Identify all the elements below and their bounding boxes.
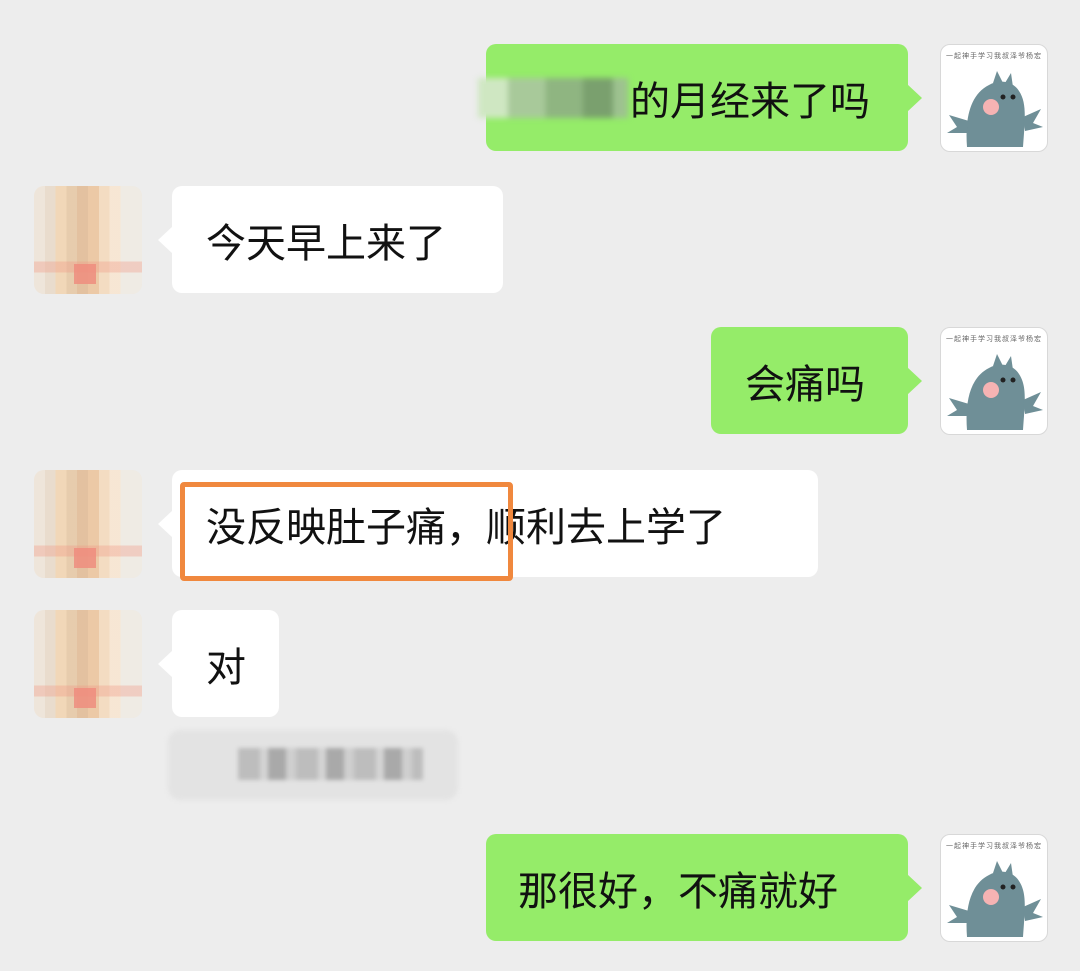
message-bubble-self[interactable]: 的月经来了吗	[478, 44, 922, 151]
self-avatar[interactable]: 一起神手学习我叔泽爷杨宏	[940, 327, 1048, 435]
avatar-caption: 一起神手学习我叔泽爷杨宏	[946, 335, 1042, 343]
message-bubble-other[interactable]: 今天早上来了	[158, 186, 503, 293]
highlight-annotation	[180, 482, 513, 581]
message-bubble-self[interactable]: 那很好，不痛就好	[486, 834, 922, 941]
redacted-content	[238, 748, 423, 780]
avatar-detail	[74, 688, 96, 708]
dinosaur-icon	[947, 861, 1043, 937]
redacted-message	[168, 730, 458, 800]
dinosaur-icon	[947, 354, 1043, 430]
avatar-caption: 一起神手学习我叔泽爷杨宏	[946, 842, 1042, 850]
message-text: 的月经来了吗	[630, 78, 870, 125]
message-bubble-self[interactable]: 会痛吗	[711, 327, 922, 434]
other-avatar[interactable]	[34, 610, 142, 718]
chat-view: 的月经来了吗 一起神手学习我叔泽爷杨宏 今天早上来了 会痛吗 一起神手学习我叔泽…	[0, 0, 1080, 971]
message-text: 那很好，不痛就好	[518, 868, 838, 915]
self-avatar[interactable]: 一起神手学习我叔泽爷杨宏	[940, 44, 1048, 152]
message-text: 今天早上来了	[206, 220, 446, 267]
message-text: 顺利去上学了	[486, 504, 726, 551]
message-text: 会痛吗	[745, 361, 865, 408]
other-avatar[interactable]	[34, 470, 142, 578]
dinosaur-icon	[947, 71, 1043, 147]
other-avatar[interactable]	[34, 186, 142, 294]
avatar-detail	[74, 548, 96, 568]
avatar-detail	[74, 264, 96, 284]
message-bubble-other[interactable]: 对	[158, 610, 279, 717]
redacted-name	[478, 77, 628, 118]
self-avatar[interactable]: 一起神手学习我叔泽爷杨宏	[940, 834, 1048, 942]
avatar-caption: 一起神手学习我叔泽爷杨宏	[946, 52, 1042, 60]
message-text: 对	[206, 644, 246, 691]
